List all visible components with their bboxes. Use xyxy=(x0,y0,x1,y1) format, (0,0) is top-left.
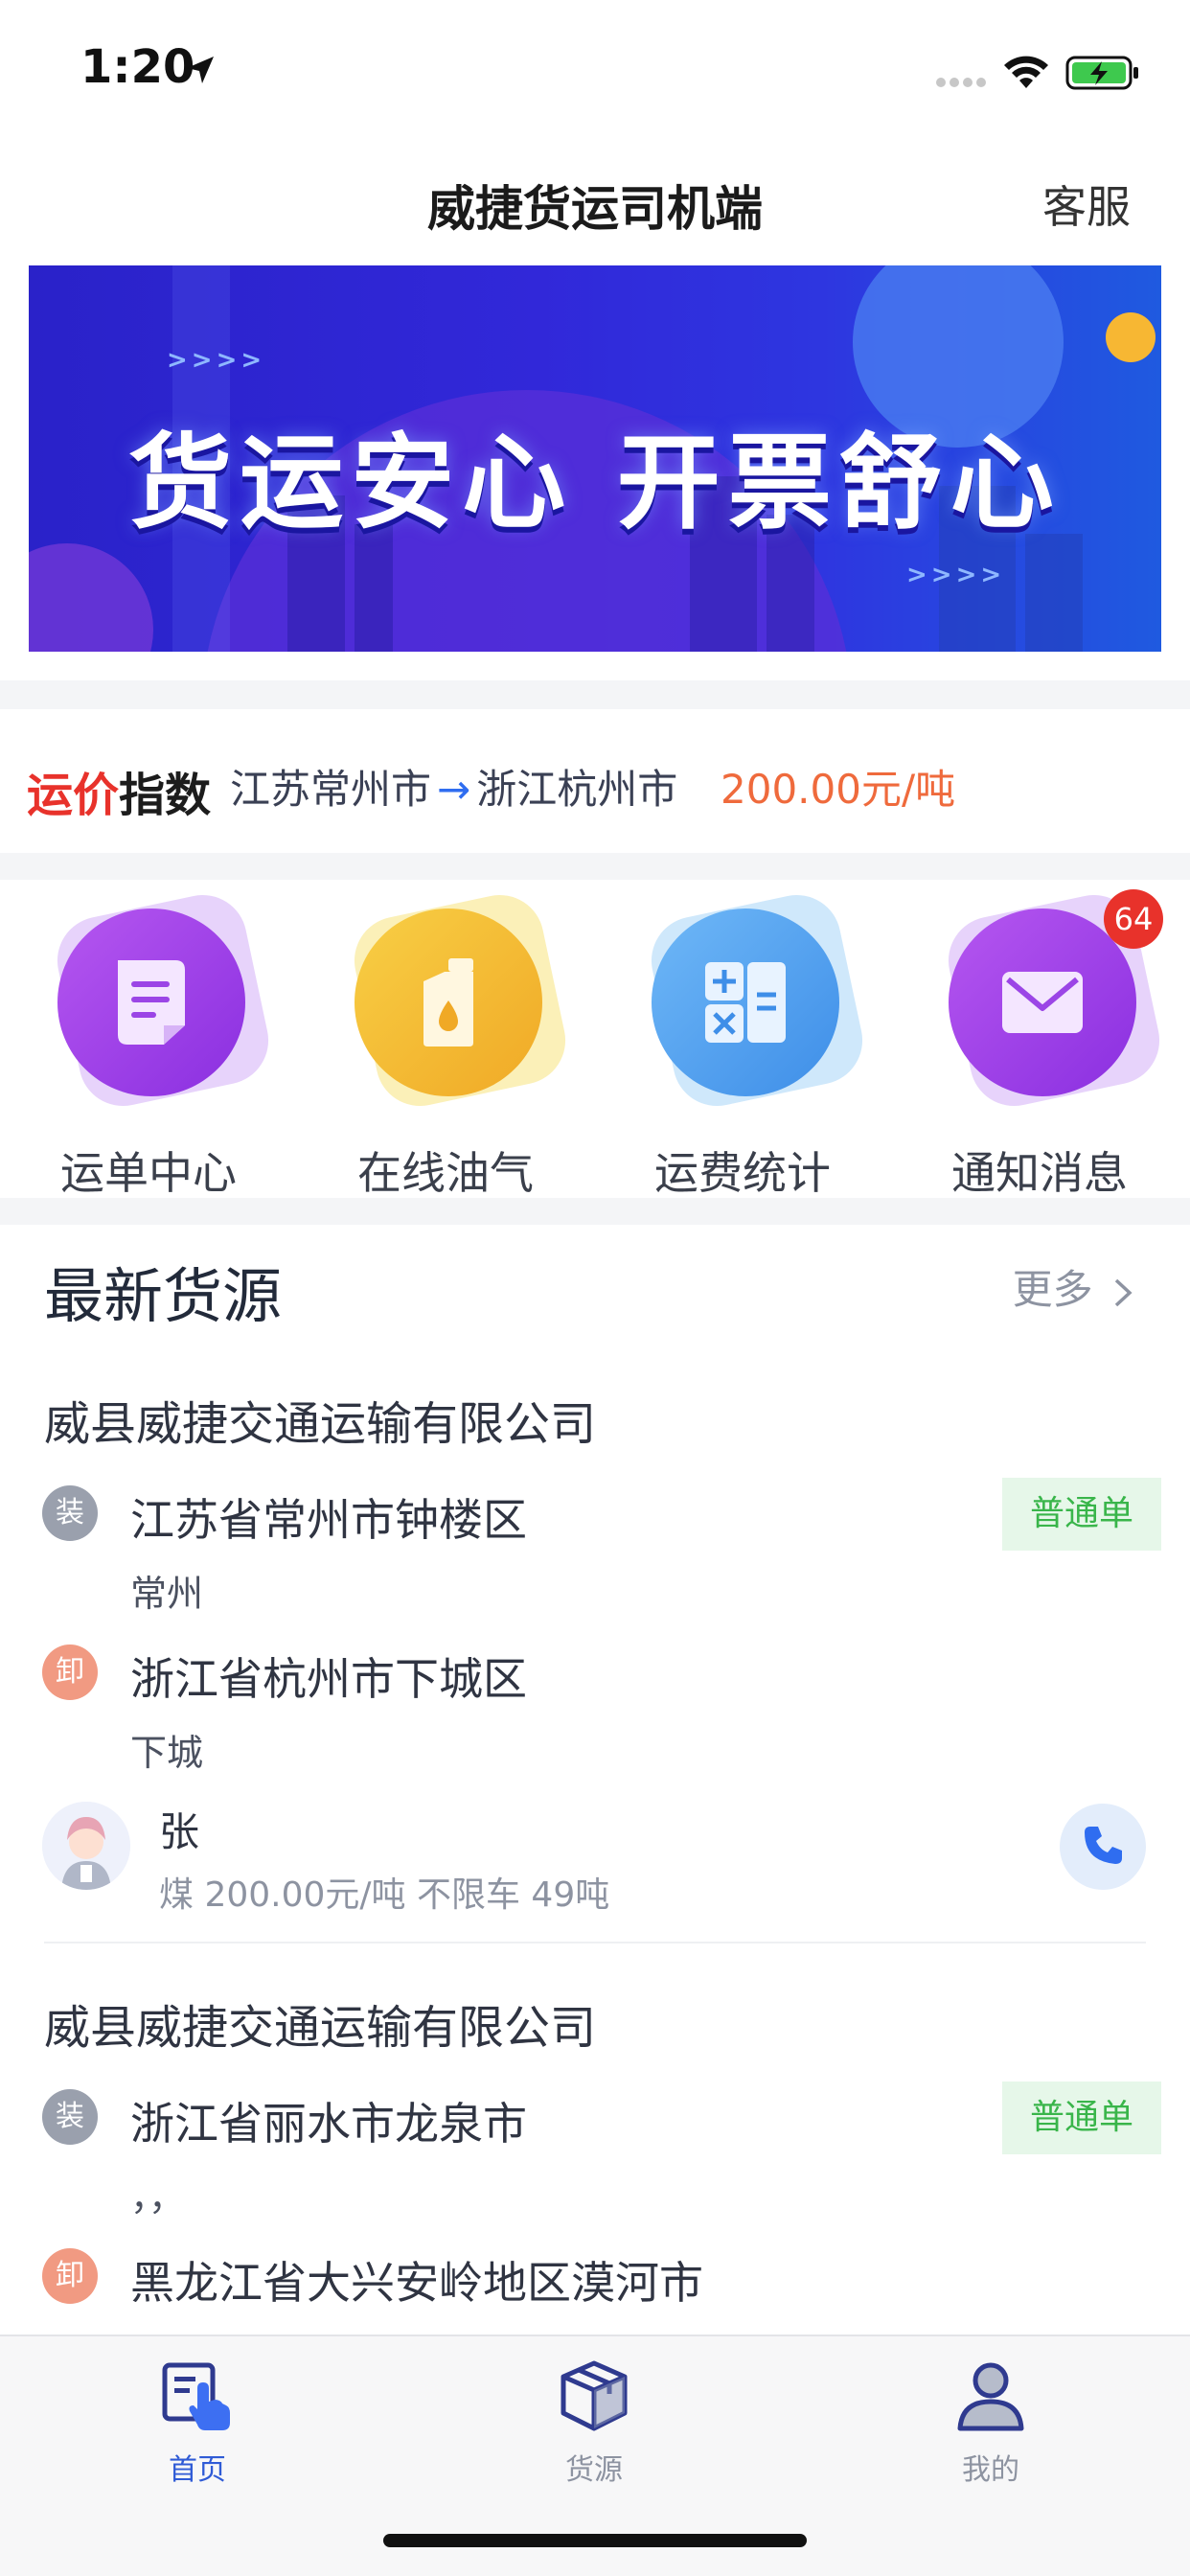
menu-item-online-fuel[interactable]: 在线油气 xyxy=(297,880,594,1199)
home-indicator[interactable] xyxy=(383,2534,807,2547)
avatar xyxy=(42,1802,130,1890)
order-type-tag: 普通单 xyxy=(1002,2082,1161,2154)
banner-slogan: 货运安心 开票舒心 xyxy=(128,424,1062,543)
route-from: 江苏常州市 xyxy=(230,766,432,813)
unload-marker: 卸 xyxy=(42,1644,98,1700)
tab-home[interactable]: 首页 xyxy=(54,2358,341,2492)
contact-name: 张 xyxy=(159,1808,200,1855)
call-button[interactable] xyxy=(1060,1804,1146,1890)
company-name: 威县威捷交通运输有限公司 xyxy=(44,1397,597,1451)
oil-can-icon xyxy=(355,908,542,1096)
menu-item-label: 在线油气 xyxy=(357,1147,534,1199)
menu-item-waybill-center[interactable]: 运单中心 xyxy=(0,880,297,1199)
status-time: 1:20 xyxy=(80,40,195,94)
banner-arrows-top: >>>> xyxy=(167,346,266,375)
user-icon xyxy=(952,2358,1029,2434)
document-icon xyxy=(57,908,245,1096)
load-marker: 装 xyxy=(42,1485,98,1541)
box-icon xyxy=(556,2358,632,2434)
section-title: 最新货源 xyxy=(44,1261,283,1331)
quick-menu: 运单中心 在线油气 运费统计 通知消息 xyxy=(0,880,1190,1199)
unload-address: 黑龙江省大兴安岭地区漠河市 xyxy=(130,2257,703,2309)
cargo-meta: 煤 200.00元/吨 不限车 49吨 xyxy=(159,1875,610,1915)
load-sub-address: ，， xyxy=(130,2176,186,2219)
tab-label: 货源 xyxy=(565,2453,623,2487)
load-address: 浙江省丽水市龙泉市 xyxy=(130,2098,527,2150)
section-divider xyxy=(0,680,1190,709)
price-index-logo-red: 运价 xyxy=(27,769,120,822)
load-address: 江苏省常州市钟楼区 xyxy=(130,1494,527,1546)
card-divider xyxy=(44,1942,1146,1944)
price-index-logo-dark: 指数 xyxy=(119,769,212,822)
more-label: 更多 xyxy=(1012,1266,1093,1313)
calculator-icon xyxy=(652,908,839,1096)
tab-label: 我的 xyxy=(962,2453,1019,2487)
chevron-right-icon xyxy=(1106,1266,1134,1313)
battery-charging-icon xyxy=(1065,54,1142,96)
wifi-icon xyxy=(1002,52,1050,94)
envelope-icon xyxy=(949,908,1136,1096)
price-index-value: 200.00元/吨 xyxy=(721,766,956,813)
banner-arrows-bottom: >>>> xyxy=(906,561,1006,589)
location-arrow-icon xyxy=(184,54,217,90)
section-divider xyxy=(0,853,1190,880)
phone-icon xyxy=(1081,1823,1125,1871)
order-type-tag: 普通单 xyxy=(1002,1478,1161,1551)
home-touch-icon xyxy=(159,2358,236,2434)
customer-service-button[interactable]: 客服 xyxy=(1042,172,1131,236)
price-index-bar[interactable]: 运价指数 江苏常州市 → 浙江杭州市 200.00元/吨 xyxy=(0,709,1190,853)
tab-cargo[interactable]: 货源 xyxy=(450,2358,738,2492)
more-button[interactable]: 更多 xyxy=(1013,1257,1134,1316)
menu-item-freight-stats[interactable]: 运费统计 xyxy=(594,880,891,1199)
tab-profile[interactable]: 我的 xyxy=(847,2358,1134,2492)
load-sub-address: 常州 xyxy=(130,1573,204,1615)
page-title: 威捷货运司机端 xyxy=(427,181,763,237)
unload-address: 浙江省杭州市下城区 xyxy=(130,1653,527,1705)
promo-banner[interactable]: >>>> >>>> 货运安心 开票舒心 xyxy=(29,265,1161,652)
unload-sub-address: 下城 xyxy=(130,1732,204,1774)
menu-item-label: 通知消息 xyxy=(951,1147,1128,1199)
route-to: 浙江杭州市 xyxy=(476,766,678,813)
menu-item-label: 运单中心 xyxy=(60,1147,237,1199)
status-bar: 1:20 xyxy=(0,0,1190,144)
cellular-signal-icon xyxy=(935,75,993,93)
company-name: 威县威捷交通运输有限公司 xyxy=(44,2001,597,2055)
unload-marker: 卸 xyxy=(42,2248,98,2304)
section-divider xyxy=(0,1198,1190,1225)
menu-item-label: 运费统计 xyxy=(654,1147,831,1199)
notification-count-badge: 64 xyxy=(1104,889,1163,949)
price-index-route: 江苏常州市 → 浙江杭州市 xyxy=(230,757,677,816)
load-marker: 装 xyxy=(42,2089,98,2145)
price-index-logo: 运价指数 xyxy=(27,757,211,824)
route-arrow-icon: → xyxy=(437,766,471,813)
tab-label: 首页 xyxy=(169,2453,226,2487)
